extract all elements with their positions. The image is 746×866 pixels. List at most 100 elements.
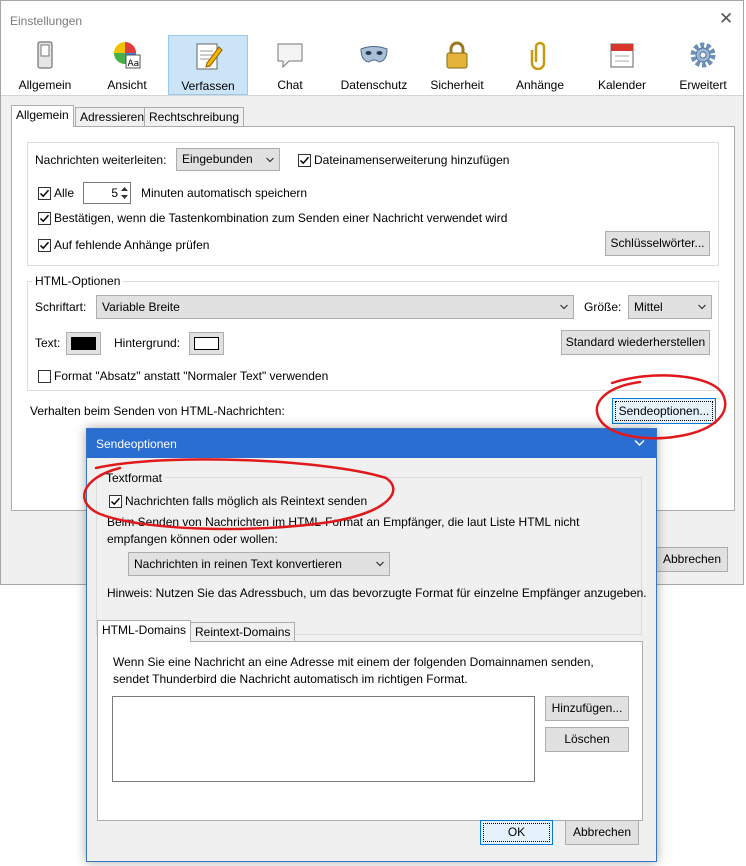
chevron-down-icon xyxy=(560,304,568,310)
font-select-value: Variable Breite xyxy=(102,300,180,314)
tab-html-domains[interactable]: HTML-Domains xyxy=(97,620,192,642)
toolbar-item-erweitert[interactable]: Erweitert xyxy=(666,35,740,95)
tab-allgemein[interactable]: Allgemein xyxy=(11,105,74,127)
toolbar-item-ansicht[interactable]: Aa Ansicht xyxy=(89,35,165,95)
domains-description: Wenn Sie eine Nachricht an eine Adresse … xyxy=(113,655,594,686)
tab-label: Allgemein xyxy=(16,108,69,122)
background-color-picker[interactable] xyxy=(189,332,224,355)
missing-attachments-label: Auf fehlende Anhänge prüfen xyxy=(54,238,210,252)
tab-reintext-domains[interactable]: Reintext-Domains xyxy=(190,622,296,642)
color-palette-icon: Aa xyxy=(114,42,141,69)
plaintext-checkbox[interactable] xyxy=(109,495,122,508)
compose-pencil-icon xyxy=(196,43,223,70)
autosave-suffix: Minuten automatisch speichern xyxy=(141,186,308,200)
checkmark-icon xyxy=(39,241,50,250)
keywords-button[interactable]: Schlüsselwörter... xyxy=(605,231,710,256)
text-color-swatch xyxy=(71,337,96,350)
checkmark-icon xyxy=(110,497,121,506)
toolbar-label: Sicherheit xyxy=(430,78,484,92)
forward-select-value: Eingebunden xyxy=(182,152,253,166)
checkmark-icon xyxy=(39,214,50,223)
toolbar-item-datenschutz[interactable]: Datenschutz xyxy=(334,35,414,95)
domains-listbox[interactable] xyxy=(112,696,535,782)
svg-text:Aa: Aa xyxy=(128,59,140,69)
chat-bubble-icon xyxy=(277,43,303,69)
toolbar-label: Anhänge xyxy=(515,78,565,92)
checkmark-icon xyxy=(39,189,50,198)
file-extension-label: Dateinamenserweiterung hinzufügen xyxy=(314,153,510,167)
ok-button[interactable]: OK xyxy=(480,820,553,845)
file-extension-checkbox[interactable] xyxy=(298,154,311,167)
dialog-title: Sendeoptionen xyxy=(96,437,177,451)
tab-label: Reintext-Domains xyxy=(195,625,291,639)
gear-icon xyxy=(690,42,716,68)
conversion-select-value: Nachrichten in reinen Text konvertieren xyxy=(134,557,342,571)
size-select[interactable]: Mittel xyxy=(628,295,712,319)
tab-label: Adressieren xyxy=(80,110,145,124)
tab-adressieren[interactable]: Adressieren xyxy=(75,107,150,127)
html-domains-panel: Wenn Sie eine Nachricht an eine Adresse … xyxy=(97,641,643,821)
delete-domain-button[interactable]: Löschen xyxy=(545,727,629,752)
toolbar-label: Verfassen xyxy=(181,79,235,93)
autosave-prefix: Alle xyxy=(54,186,75,200)
autosave-minutes-spinner[interactable]: 5 xyxy=(83,182,131,204)
toolbar-item-anhaenge[interactable]: Anhänge xyxy=(503,35,577,95)
autosave-checkbox[interactable] xyxy=(38,187,51,200)
send-options-dialog: Sendeoptionen Textformat Nachrichten fal… xyxy=(86,428,657,862)
toolbar-label: Ansicht xyxy=(107,78,147,92)
title-bar: Einstellungen ✕ xyxy=(1,1,743,33)
toolbar-label: Datenschutz xyxy=(340,78,408,92)
toolbar-item-allgemein[interactable]: Allgemein xyxy=(9,35,81,95)
toolbar-item-sicherheit[interactable]: Sicherheit xyxy=(420,35,494,95)
toolbar-item-kalender[interactable]: Kalender xyxy=(585,35,659,95)
close-icon[interactable]: ✕ xyxy=(719,9,733,29)
paragraph-format-checkbox[interactable] xyxy=(38,370,51,383)
switch-icon xyxy=(37,41,53,69)
send-behavior-label: Verhalten beim Senden von HTML-Nachricht… xyxy=(30,404,285,418)
size-label: Größe: xyxy=(584,300,622,314)
tab-rechtschreibung[interactable]: Rechtschreibung xyxy=(144,107,245,127)
dialog-title-bar: Sendeoptionen xyxy=(87,429,656,458)
conversion-explanation: Beim Senden von Nachrichten im HTML-Form… xyxy=(107,515,580,546)
toolbar-label: Allgemein xyxy=(18,78,72,92)
forward-label: Nachrichten weiterleiten: xyxy=(35,153,167,167)
text-color-label: Text: xyxy=(35,336,61,350)
font-label: Schriftart: xyxy=(35,300,87,314)
dialog-cancel-button[interactable]: Abbrechen xyxy=(565,820,639,845)
tab-label: Rechtschreibung xyxy=(149,110,240,124)
chevron-down-icon xyxy=(698,304,706,310)
chevron-down-icon xyxy=(266,157,274,162)
background-color-swatch xyxy=(194,337,219,350)
size-select-value: Mittel xyxy=(634,300,663,314)
spin-arrows-icon[interactable] xyxy=(120,184,129,202)
padlock-icon xyxy=(446,41,468,69)
calendar-icon xyxy=(610,43,634,68)
forward-select[interactable]: Eingebunden xyxy=(176,148,280,171)
mask-icon xyxy=(360,46,388,63)
toolbar-label: Chat xyxy=(277,78,303,92)
missing-attachments-checkbox[interactable] xyxy=(38,239,51,252)
textformat-legend: Textformat xyxy=(103,471,166,485)
collapse-chevron-icon[interactable] xyxy=(634,439,645,447)
paragraph-format-label: Format "Absatz" anstatt "Normaler Text" … xyxy=(54,369,329,383)
text-color-picker[interactable] xyxy=(66,332,101,355)
conversion-select[interactable]: Nachrichten in reinen Text konvertieren xyxy=(128,552,390,576)
add-domain-button[interactable]: Hinzufügen... xyxy=(545,696,629,721)
send-options-button[interactable]: Sendeoptionen... xyxy=(612,398,716,424)
toolbar-item-chat[interactable]: Chat xyxy=(252,35,328,95)
main-cancel-button[interactable]: Abbrechen xyxy=(656,547,728,572)
confirm-shortcut-checkbox[interactable] xyxy=(38,212,51,225)
restore-defaults-button[interactable]: Standard wiederherstellen xyxy=(561,330,710,355)
paperclip-icon xyxy=(530,41,546,70)
toolbar-label: Kalender xyxy=(597,78,647,92)
confirm-shortcut-label: Bestätigen, wenn die Tastenkombination z… xyxy=(54,211,508,225)
autosave-minutes-value: 5 xyxy=(111,186,118,200)
window-title: Einstellungen xyxy=(10,14,83,28)
toolbar-item-verfassen[interactable]: Verfassen xyxy=(168,35,248,95)
address-book-hint: Hinweis: Nutzen Sie das Adressbuch, um d… xyxy=(107,586,647,600)
background-color-label: Hintergrund: xyxy=(114,336,181,350)
font-select[interactable]: Variable Breite xyxy=(96,295,574,319)
toolbar-label: Erweitert xyxy=(679,78,727,92)
chevron-down-icon xyxy=(376,561,384,567)
dialog-body: Textformat Nachrichten falls möglich als… xyxy=(87,458,656,861)
